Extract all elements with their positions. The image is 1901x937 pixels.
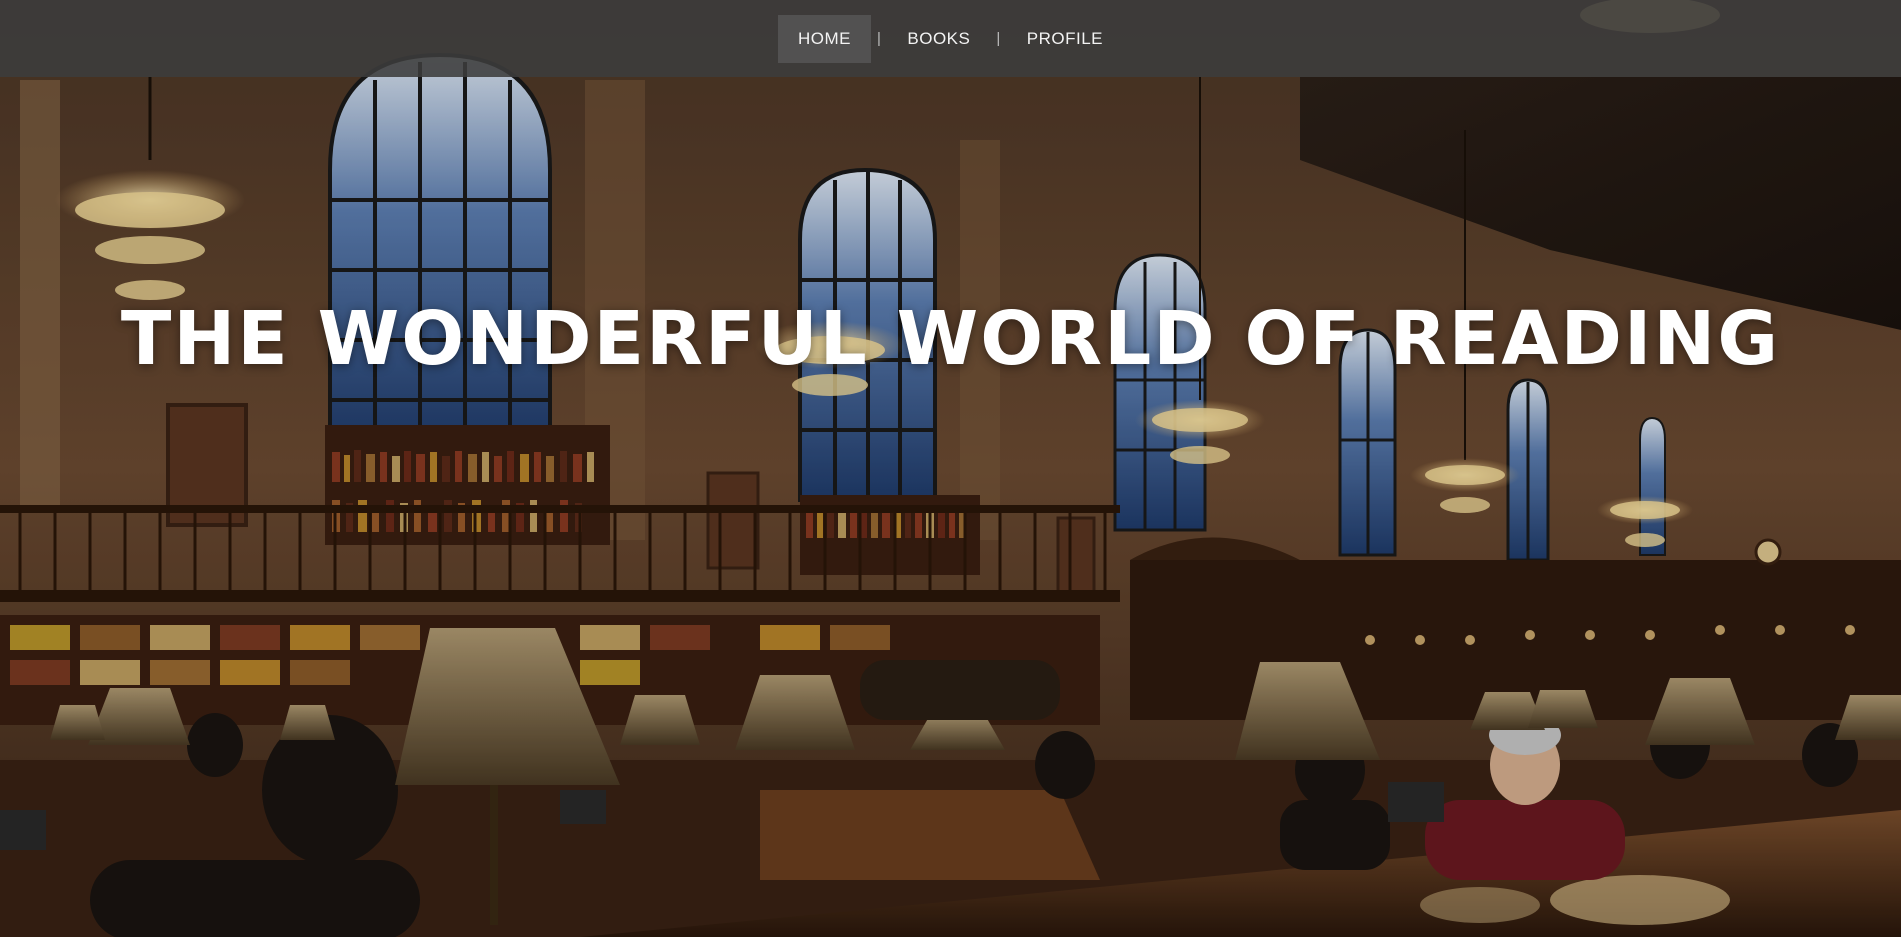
nav-separator: |	[996, 30, 1001, 47]
nav-separator: |	[876, 30, 882, 47]
nav-books-link[interactable]: BOOKS	[887, 15, 990, 63]
hero-title: THE WONDERFUL WORLD OF READING	[120, 296, 1781, 382]
nav-home-link[interactable]: HOME	[777, 14, 871, 63]
library-background-image	[0, 0, 1901, 937]
top-navigation-bar: HOME | BOOKS | PROFILE	[0, 0, 1901, 77]
nav-profile-link[interactable]: PROFILE	[1007, 15, 1123, 63]
nav-menu: HOME | BOOKS | PROFILE	[777, 14, 1123, 63]
hero-section: THE WONDERFUL WORLD OF READING	[0, 0, 1901, 937]
